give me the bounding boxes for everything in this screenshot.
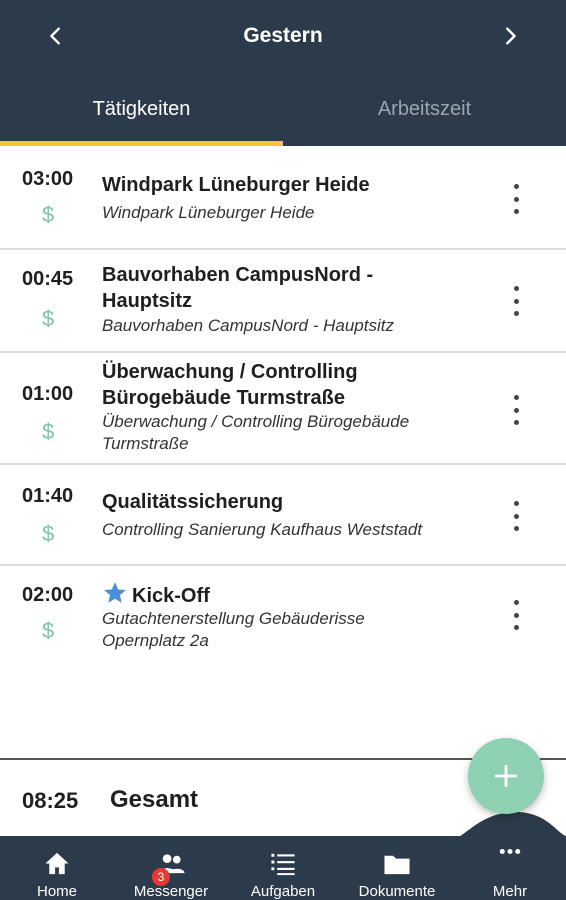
entry-title: Kick-Off: [132, 585, 210, 607]
more-vertical-icon[interactable]: [506, 184, 526, 214]
entry-time: 02:00: [22, 584, 74, 606]
list-item[interactable]: 00:45 $ Bauvorhaben CampusNord - Hauptsi…: [0, 250, 566, 353]
tab-label: Tätigkeiten: [92, 97, 191, 120]
tab-taetigkeiten[interactable]: Tätigkeiten: [0, 72, 283, 146]
total-label: Gesamt: [110, 786, 199, 813]
entry-title: Windpark Lüneburger Heide: [102, 174, 370, 196]
more-horizontal-icon: [499, 848, 521, 855]
tab-label: Arbeitszeit: [377, 97, 472, 120]
more-vertical-icon[interactable]: [506, 286, 526, 316]
nav-label: Dokumente: [358, 883, 436, 900]
entry-subtitle: Controlling Sanierung Kaufhaus Weststadt: [102, 520, 423, 539]
more-vertical-icon[interactable]: [506, 395, 526, 425]
entry-time: 03:00: [22, 168, 74, 190]
list-icon: [271, 853, 295, 876]
nav-label: Mehr: [492, 883, 528, 900]
date-title: Gestern: [243, 24, 323, 47]
nav-dokumente[interactable]: Dokumente: [350, 836, 444, 900]
star-icon: [104, 582, 126, 603]
folder-icon: [384, 855, 410, 875]
nav-home[interactable]: Home: [24, 836, 90, 900]
entry-title: Überwachung / Controlling Bürogebäude Tu…: [102, 361, 358, 409]
nav-label: Aufgaben: [250, 883, 316, 900]
nav-label: Messenger: [133, 883, 209, 900]
date-navigation: Gestern: [0, 0, 566, 72]
entry-title: Bauvorhaben CampusNord - Hauptsitz: [102, 264, 374, 312]
list-item[interactable]: 01:00 $ Überwachung / Controlling Büroge…: [0, 353, 566, 465]
nav-messenger[interactable]: 3 Messenger: [126, 836, 216, 900]
nav-aufgaben[interactable]: Aufgaben: [242, 836, 324, 900]
home-icon: [45, 852, 69, 875]
entry-subtitle: Gutachtenerstellung Gebäuderisse Opernpl…: [102, 609, 365, 650]
billable-dollar-icon: $: [42, 419, 55, 444]
entry-subtitle: Bauvorhaben CampusNord - Hauptsitz: [102, 316, 394, 335]
entry-title: Qualitätssicherung: [102, 491, 284, 513]
entry-time: 01:00: [22, 383, 74, 405]
entry-title-wrap: Kick-Off: [102, 580, 462, 609]
list-item[interactable]: 01:40 $ Qualitätssicherung Controlling S…: [0, 465, 566, 566]
more-vertical-icon[interactable]: [506, 501, 526, 531]
tab-arbeitszeit[interactable]: Arbeitszeit: [283, 72, 566, 146]
billable-dollar-icon: $: [42, 202, 55, 227]
activity-list: 03:00 $ Windpark Lüneburger Heide Windpa…: [0, 146, 566, 758]
total-time: 08:25: [22, 788, 79, 813]
add-entry-button[interactable]: [468, 738, 544, 814]
list-item[interactable]: 02:00 $ Kick-Off Gutachtenerstellung Geb…: [0, 566, 566, 670]
list-item[interactable]: 03:00 $ Windpark Lüneburger Heide Windpa…: [0, 146, 566, 250]
more-vertical-icon[interactable]: [506, 600, 526, 630]
entry-subtitle: Überwachung / Controlling Bürogebäude Tu…: [102, 412, 410, 453]
plus-icon: [494, 764, 518, 788]
entry-time: 00:45: [22, 268, 74, 290]
nav-mehr[interactable]: Mehr: [484, 836, 536, 900]
nav-label: Home: [36, 883, 77, 900]
billable-dollar-icon: $: [42, 618, 55, 643]
billable-dollar-icon: $: [42, 306, 55, 331]
entry-subtitle: Windpark Lüneburger Heide: [102, 203, 315, 222]
entry-time: 01:40: [22, 485, 74, 507]
billable-dollar-icon: $: [42, 521, 55, 546]
chevron-right-icon[interactable]: [496, 22, 524, 50]
unread-badge: 3: [152, 868, 170, 886]
app-header: Gestern Tätigkeiten Arbeitszeit: [0, 0, 566, 146]
